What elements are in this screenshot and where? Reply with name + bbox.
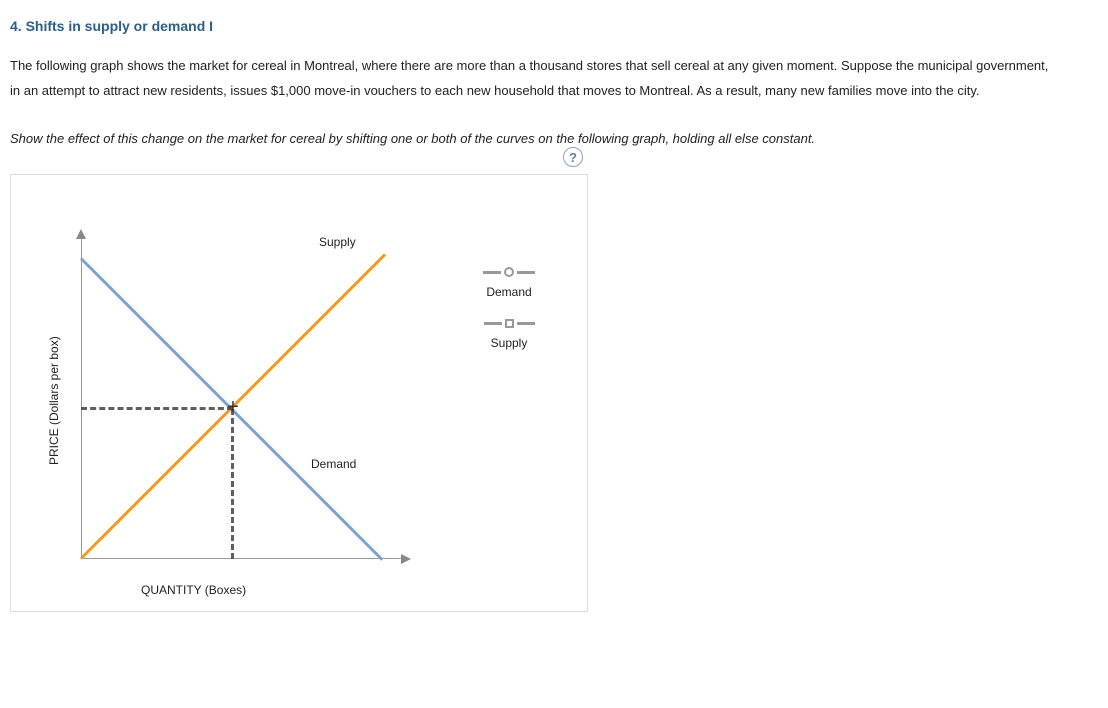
x-axis (81, 558, 401, 559)
help-button[interactable]: ? (563, 147, 583, 167)
demand-line-label: Demand (311, 457, 356, 471)
arrow-up-icon (76, 229, 86, 239)
question-heading: 4. Shifts in supply or demand I (10, 18, 1098, 34)
question-instruction: Show the effect of this change on the ma… (10, 127, 1050, 152)
supply-line-label: Supply (319, 235, 356, 249)
help-icon: ? (569, 150, 577, 165)
demand-marker-icon (453, 267, 565, 277)
equilibrium-marker-icon: + (225, 399, 241, 415)
legend-palette: Demand Supply (453, 267, 565, 370)
supply-marker-icon (453, 319, 565, 328)
y-axis (81, 239, 82, 559)
plot-area[interactable]: + Supply Demand (81, 239, 401, 559)
equilibrium-v-dash (231, 409, 234, 559)
legend-supply-label: Supply (453, 336, 565, 350)
legend-demand-label: Demand (453, 285, 565, 299)
legend-demand-item[interactable]: Demand (453, 267, 565, 299)
arrow-right-icon (401, 554, 411, 564)
y-axis-label: PRICE (Dollars per box) (47, 336, 61, 465)
x-axis-label: QUANTITY (Boxes) (141, 583, 246, 597)
legend-supply-item[interactable]: Supply (453, 319, 565, 350)
question-body: The following graph shows the market for… (10, 54, 1050, 103)
graph-tool: ? + Supply Demand QUANTITY (Boxes) PRICE (10, 174, 588, 612)
equilibrium-h-dash (81, 407, 233, 410)
